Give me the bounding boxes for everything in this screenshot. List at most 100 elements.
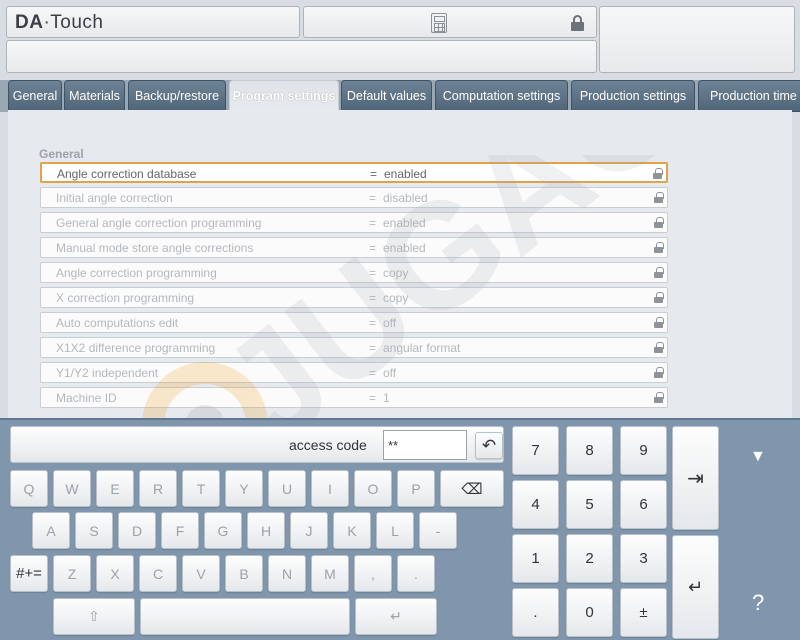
key[interactable]: G	[204, 512, 242, 549]
tab-bar: General Materials Backup/restore Program…	[0, 80, 800, 112]
setting-label: Angle correction programming	[56, 266, 217, 280]
key[interactable]: T	[182, 470, 220, 507]
setting-row[interactable]: Manual mode store angle corrections = enab…	[40, 237, 668, 258]
undo-button[interactable]: ↶	[475, 432, 503, 459]
key[interactable]: R	[139, 470, 177, 507]
key[interactable]: K	[333, 512, 371, 549]
key[interactable]: S	[75, 512, 113, 549]
group-label: General	[39, 147, 84, 161]
setting-row[interactable]: Angle correction programming = copy	[40, 262, 668, 283]
key[interactable]: I	[311, 470, 349, 507]
lock-icon	[654, 342, 664, 353]
access-code-input[interactable]	[383, 430, 467, 460]
setting-label: Angle correction database	[57, 167, 197, 181]
key[interactable]: N	[268, 555, 306, 592]
key[interactable]: U	[268, 470, 306, 507]
equals-sign: =	[369, 241, 377, 255]
tab-backup-restore[interactable]: Backup/restore	[128, 80, 226, 112]
access-code-bar: access code ↶	[10, 426, 504, 463]
setting-value: enabled	[384, 167, 427, 181]
key[interactable]: ,	[354, 555, 392, 592]
numpad-key[interactable]: 3	[620, 534, 667, 583]
tab-materials[interactable]: Materials	[64, 80, 125, 112]
tab-production-time[interactable]: Production time	[698, 80, 800, 112]
space-key[interactable]	[140, 598, 350, 635]
setting-row[interactable]: General angle correction programming = ena…	[40, 212, 668, 233]
numpad-key[interactable]: 1	[512, 534, 559, 583]
key[interactable]: Q	[10, 470, 48, 507]
calculator-icon[interactable]	[431, 13, 447, 33]
setting-row[interactable]: Angle correction database = enabled	[40, 162, 668, 183]
setting-value: copy	[383, 291, 409, 305]
settings-panel: General Angle correction database = enable…	[8, 110, 792, 420]
setting-value: enabled	[383, 241, 426, 255]
key[interactable]: A	[32, 512, 70, 549]
backspace-key[interactable]: ⌫	[440, 470, 504, 507]
equals-sign: =	[369, 391, 377, 405]
equals-sign: =	[369, 316, 377, 330]
lock-icon	[654, 192, 664, 203]
setting-row[interactable]: Initial angle correction = disabled	[40, 187, 668, 208]
tab-general[interactable]: General	[8, 80, 62, 112]
lock-icon	[654, 242, 664, 253]
numpad-key[interactable]: 5	[566, 480, 613, 529]
numpad-key[interactable]: 9	[620, 426, 667, 475]
lock-icon	[654, 392, 664, 403]
key[interactable]: Y	[225, 470, 263, 507]
scroll-down-icon[interactable]: ▼	[750, 448, 766, 466]
numpad-key[interactable]: .	[512, 588, 559, 637]
key[interactable]: H	[247, 512, 285, 549]
key[interactable]: M	[311, 555, 349, 592]
key[interactable]: F	[161, 512, 199, 549]
tab-default-values[interactable]: Default values	[341, 80, 432, 112]
key[interactable]: X	[96, 555, 134, 592]
key[interactable]: P	[397, 470, 435, 507]
numpad-enter-key[interactable]: ↵	[672, 535, 719, 639]
setting-value: angular format	[383, 341, 461, 355]
lock-icon[interactable]	[571, 15, 584, 31]
key[interactable]: -	[419, 512, 457, 549]
tab-program-settings[interactable]: Program settings	[229, 80, 339, 112]
key[interactable]: B	[225, 555, 263, 592]
equals-sign: =	[370, 167, 378, 181]
numpad-key[interactable]: 4	[512, 480, 559, 529]
tab-computation-settings[interactable]: Computation settings	[435, 80, 568, 112]
setting-row[interactable]: X correction programming = copy	[40, 287, 668, 308]
numpad-key[interactable]: 0	[566, 588, 613, 637]
setting-value: off	[383, 366, 397, 380]
key[interactable]: W	[53, 470, 91, 507]
setting-row[interactable]: X1X2 difference programming = angular form…	[40, 337, 668, 358]
key[interactable]: Z	[53, 555, 91, 592]
enter-key[interactable]: ↵	[355, 598, 437, 635]
numpad-key[interactable]: 7	[512, 426, 559, 475]
info-panel	[599, 6, 795, 73]
access-code-label: access code	[289, 437, 367, 453]
equals-sign: =	[369, 341, 377, 355]
shift-key[interactable]: ⇧	[53, 598, 135, 635]
setting-label: Y1/Y2 independent	[56, 366, 159, 380]
setting-value: enabled	[383, 216, 426, 230]
setting-value: copy	[383, 266, 409, 280]
setting-row[interactable]: Y1/Y2 independent = off	[40, 362, 668, 383]
key[interactable]: E	[96, 470, 134, 507]
setting-row[interactable]: Auto computations edit = off	[40, 312, 668, 333]
setting-label: Auto computations edit	[56, 316, 179, 330]
numpad-key[interactable]: 6	[620, 480, 667, 529]
help-icon[interactable]: ?	[752, 590, 764, 616]
key[interactable]: C	[139, 555, 177, 592]
key[interactable]: L	[376, 512, 414, 549]
tab-production-settings[interactable]: Production settings	[571, 80, 695, 112]
numpad-key[interactable]: 8	[566, 426, 613, 475]
numpad-key[interactable]: 2	[566, 534, 613, 583]
key[interactable]: V	[182, 555, 220, 592]
numpad-key[interactable]: ±	[620, 588, 667, 637]
key[interactable]: J	[290, 512, 328, 549]
equals-sign: =	[369, 366, 377, 380]
setting-row[interactable]: Machine ID = 1	[40, 387, 668, 408]
symbols-key[interactable]: #+=	[10, 555, 48, 592]
tab-key[interactable]: ⇥	[672, 426, 719, 530]
key[interactable]: D	[118, 512, 156, 549]
key[interactable]: .	[397, 555, 435, 592]
equals-sign: =	[369, 291, 377, 305]
key[interactable]: O	[354, 470, 392, 507]
